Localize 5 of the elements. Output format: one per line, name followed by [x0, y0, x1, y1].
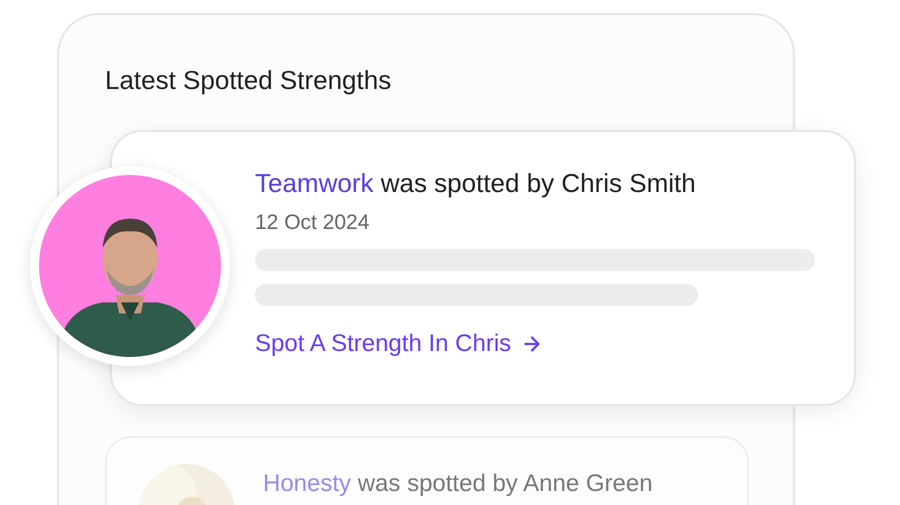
spotted-date: 12 Oct 2024: [255, 211, 370, 235]
spotted-headline: Teamwork was spotted by Chris Smith: [255, 168, 697, 199]
section-title: Latest Spotted Strengths: [105, 65, 392, 96]
spotted-headline: Honesty was spotted by Anne Green: [263, 470, 654, 498]
spot-strength-link[interactable]: Spot A Strength In Chris: [255, 330, 544, 358]
